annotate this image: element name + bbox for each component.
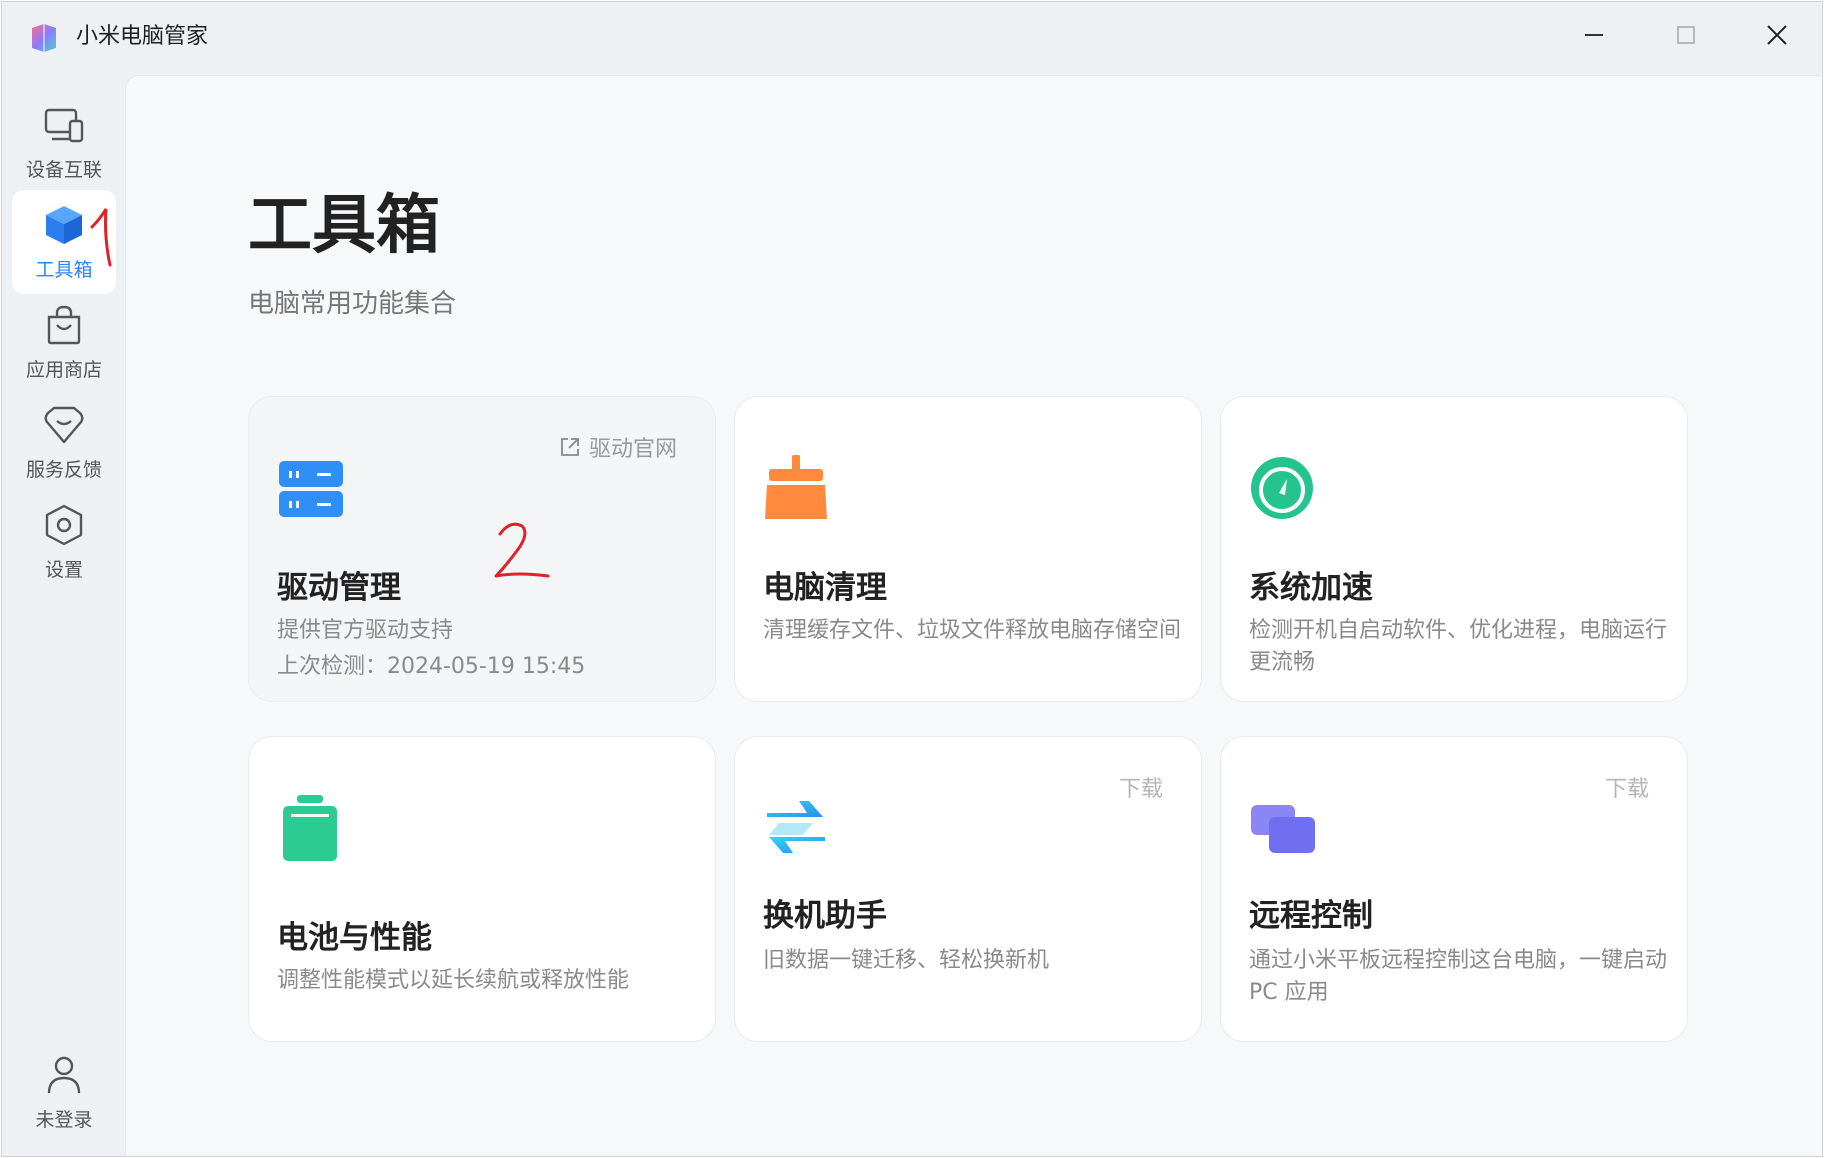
card-description: 调整性能模式以延长续航或释放性能: [277, 968, 630, 993]
sidebar: 设备互联 工具箱 应用商店 服务反馈 设置 未登录: [2, 72, 124, 1156]
close-icon: [1767, 25, 1787, 45]
card-driver-management[interactable]: 驱动官网 驱动管理 提供官方驱动支持 上次检测：2024-05-19 15:45: [248, 396, 716, 702]
remote-screens-icon: [1251, 805, 1315, 853]
card-description: 清理缓存文件、垃圾文件释放电脑存储空间: [763, 618, 1182, 643]
maximize-button[interactable]: [1656, 12, 1716, 58]
sidebar-item-label: 工具箱: [35, 258, 93, 281]
card-description: 检测开机自启动软件、优化进程，电脑运行更流畅: [1249, 618, 1668, 675]
sidebar-item-app-store[interactable]: 应用商店: [12, 290, 116, 394]
feedback-heart-icon: [42, 403, 86, 447]
sidebar-item-label: 设置: [44, 558, 83, 581]
app-title: 小米电脑管家: [76, 24, 209, 49]
shopping-bag-icon: [42, 303, 86, 347]
devices-icon: [42, 103, 86, 147]
card-title: 电池与性能: [277, 920, 432, 956]
sidebar-item-devices[interactable]: 设备互联: [12, 90, 116, 194]
sidebar-item-label: 设备互联: [25, 158, 102, 181]
card-title: 电脑清理: [763, 570, 887, 606]
card-system-boost[interactable]: 系统加速 检测开机自启动软件、优化进程，电脑运行更流畅: [1220, 396, 1688, 702]
last-check-time: 上次检测：2024-05-19 15:45: [277, 654, 586, 679]
title-bar: 小米电脑管家: [2, 2, 1822, 72]
sidebar-item-settings[interactable]: 设置: [12, 490, 116, 594]
download-link[interactable]: 下载: [1605, 771, 1649, 803]
maximize-icon: [1677, 26, 1695, 44]
card-description: 提供官方驱动支持: [277, 618, 454, 643]
card-description: 旧数据一键迁移、轻松换新机: [763, 948, 1050, 973]
speedometer-icon: [1251, 457, 1313, 519]
main-content: 工具箱 电脑常用功能集合 驱动官网 驱动管理 提供官方驱动支持 上次检测：202…: [125, 75, 1822, 1156]
download-link[interactable]: 下载: [1119, 771, 1163, 803]
sidebar-item-toolbox[interactable]: 工具箱: [12, 190, 116, 294]
card-title: 远程控制: [1249, 898, 1373, 934]
toolbox-cube-icon: [42, 203, 86, 247]
minimize-icon: [1585, 34, 1603, 36]
card-title: 驱动管理: [277, 570, 401, 606]
page-subtitle: 电脑常用功能集合: [248, 289, 457, 319]
settings-hex-icon: [42, 503, 86, 547]
card-phone-switch-assistant[interactable]: 下载 换机助手 旧数据一键迁移、轻松换新机: [734, 736, 1202, 1042]
sidebar-item-label: 应用商店: [25, 358, 102, 381]
external-link-icon: [561, 438, 579, 456]
card-battery-performance[interactable]: 电池与性能 调整性能模式以延长续航或释放性能: [248, 736, 716, 1042]
broom-clean-icon: [765, 455, 827, 519]
card-remote-control[interactable]: 下载 远程控制 通过小米平板远程控制这台电脑，一键启动 PC 应用: [1220, 736, 1688, 1042]
page-title: 工具箱: [248, 189, 440, 263]
app-logo-icon: [32, 24, 56, 52]
close-button[interactable]: [1747, 12, 1807, 58]
user-icon: [42, 1053, 86, 1097]
app-window: 小米电脑管家 设备互联 工具箱 应用商店 服务反馈 设置 未登录 工具箱 电脑常…: [1, 1, 1823, 1157]
sidebar-item-label: 未登录: [35, 1108, 93, 1131]
transfer-arrows-icon: [767, 801, 825, 853]
driver-website-label: 驱动官网: [588, 437, 677, 462]
card-description: 通过小米平板远程控制这台电脑，一键启动 PC 应用: [1249, 948, 1668, 1005]
battery-icon: [283, 795, 337, 861]
sidebar-item-feedback[interactable]: 服务反馈: [12, 390, 116, 494]
card-title: 换机助手: [763, 898, 887, 934]
driver-server-icon: [279, 461, 343, 517]
driver-website-link[interactable]: 驱动官网: [559, 431, 677, 463]
card-title: 系统加速: [1249, 570, 1373, 606]
sidebar-item-label: 服务反馈: [25, 458, 102, 481]
card-pc-cleanup[interactable]: 电脑清理 清理缓存文件、垃圾文件释放电脑存储空间: [734, 396, 1202, 702]
minimize-button[interactable]: [1564, 12, 1624, 58]
sidebar-item-account[interactable]: 未登录: [12, 1040, 116, 1144]
